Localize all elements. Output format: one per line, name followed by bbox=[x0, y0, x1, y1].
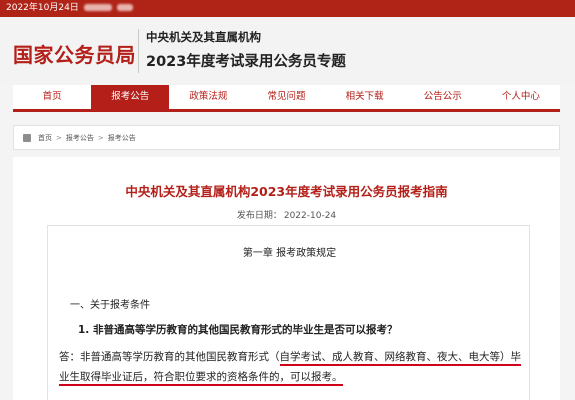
breadcrumb-announcements[interactable]: 报考公告 bbox=[66, 133, 94, 143]
breadcrumb-home[interactable]: 首页 bbox=[38, 133, 52, 143]
breadcrumb-separator: > bbox=[56, 133, 62, 142]
header-divider bbox=[138, 29, 139, 73]
breadcrumb-current[interactable]: 报考公告 bbox=[108, 133, 136, 143]
article-title: 中央机关及其直属机构2023年度考试录用公务员报考指南 bbox=[125, 184, 448, 199]
breadcrumb-separator: > bbox=[97, 133, 104, 142]
nav-downloads[interactable]: 相关下载 bbox=[326, 85, 404, 109]
redacted-text bbox=[83, 4, 112, 11]
header-subtitle-line1: 中央机关及其直属机构 bbox=[146, 30, 261, 44]
header-subtitle-line2: 2023年度考试录用公务员专题 bbox=[146, 54, 346, 70]
site-logo[interactable]: 国家公务员局 bbox=[13, 39, 136, 68]
article-body: 第一章 报考政策规定 一、关于报考条件 1. 非普通高等学历教育的其他国民教育形… bbox=[47, 225, 530, 400]
nav-notices[interactable]: 公告公示 bbox=[404, 85, 482, 109]
top-date-text: 2022年10月24日 bbox=[6, 3, 79, 13]
top-date-bar: 2022年10月24日 bbox=[0, 0, 575, 17]
location-icon bbox=[23, 133, 31, 142]
answer-text: 答：非普通高等学历教育的其他国民教育形式（自学考试、成人教育、网络教育、夜大、电… bbox=[59, 347, 529, 387]
chapter-heading: 第一章 报考政策规定 bbox=[242, 248, 337, 259]
main-nav: 首页 报考公告 政策法规 常见问题 相关下载 公告公示 个人中心 bbox=[13, 85, 560, 112]
article-card: 中央机关及其直属机构2023年度考试录用公务员报考指南 发布日期： 2022-10… bbox=[13, 157, 560, 400]
answer-highlight: 自学考试、成人教育、网络教育、夜大、电大等 bbox=[279, 351, 500, 366]
breadcrumb: 首页 > 报考公告 > 报考公告 bbox=[13, 125, 560, 150]
section-heading: 一、关于报考条件 bbox=[70, 300, 150, 311]
nav-policies[interactable]: 政策法规 bbox=[169, 85, 247, 109]
nav-faq[interactable]: 常见问题 bbox=[247, 85, 325, 109]
answer-part1: 答：非普通高等学历教育的其他国民教育形式（ bbox=[59, 351, 280, 363]
publish-date: 发布日期： 2022-10-24 bbox=[13, 208, 560, 221]
nav-home[interactable]: 首页 bbox=[13, 85, 91, 109]
nav-user-center[interactable]: 个人中心 bbox=[482, 85, 560, 109]
publish-date-value: 2022-10-24 bbox=[283, 211, 337, 221]
publish-date-label: 发布日期： bbox=[236, 211, 282, 221]
question-text: 1. 非普通高等学历教育的其他国民教育形式的毕业生是否可以报考？ bbox=[78, 324, 398, 336]
site-header: 国家公务员局 中央机关及其直属机构 2023年度考试录用公务员专题 bbox=[0, 17, 575, 85]
redacted-text bbox=[116, 4, 133, 11]
nav-announcements[interactable]: 报考公告 bbox=[91, 85, 170, 109]
